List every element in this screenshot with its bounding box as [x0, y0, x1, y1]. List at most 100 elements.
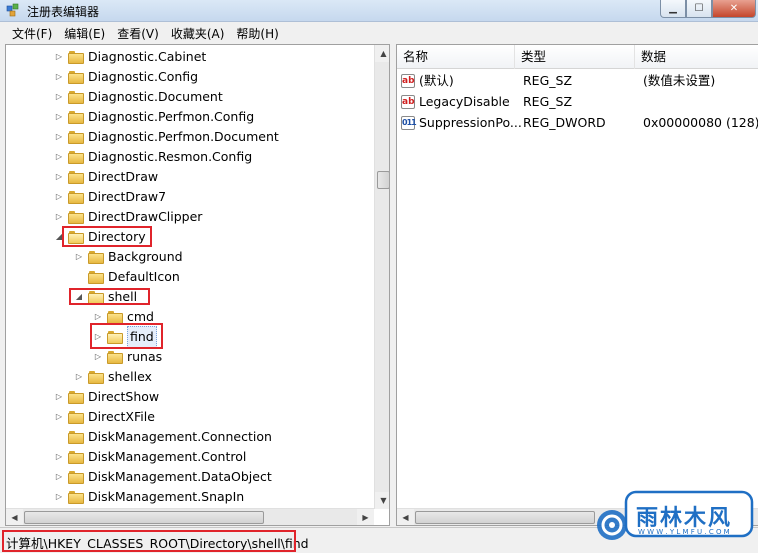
expand-arrow-icon[interactable]: ▷ — [74, 247, 84, 267]
expand-arrow-icon[interactable]: ▷ — [93, 327, 103, 347]
folder-icon — [68, 150, 84, 164]
list-header: 名称 类型 数据 — [397, 45, 758, 69]
column-type[interactable]: 类型 — [515, 45, 635, 69]
tree-item[interactable]: ▷ DirectDrawClipper — [54, 207, 203, 227]
arrow-left-icon: ◀ — [402, 513, 409, 522]
tree-item-label: Diagnostic.Perfmon.Document — [88, 129, 279, 144]
tree-item[interactable]: ▷ Diagnostic.Resmon.Config — [54, 147, 252, 167]
tree-item[interactable]: ▷ Diagnostic.Config — [54, 67, 198, 87]
expand-arrow-icon[interactable]: ▷ — [54, 167, 64, 187]
tree-item-label: Diagnostic.Resmon.Config — [88, 149, 253, 164]
dword-value-icon: 011 — [401, 116, 417, 130]
tree-item[interactable]: ▷ Diagnostic.Document — [54, 87, 223, 107]
expand-arrow-icon[interactable]: ▷ — [54, 207, 64, 227]
key-tree-pane[interactable]: ▷ Diagnostic.Cabinet ▷ Diagnostic.Config ▷ Di… — [5, 44, 390, 526]
folder-icon — [88, 250, 104, 264]
window-title: 注册表编辑器 — [27, 5, 100, 19]
expand-arrow-icon[interactable]: ▷ — [54, 107, 64, 127]
expand-arrow-icon[interactable]: ▷ — [54, 447, 64, 467]
tree-item[interactable]: ▷ DirectDraw — [54, 167, 158, 187]
tree-item-label: find — [127, 326, 157, 348]
tree-item-label: DefaultIcon — [108, 269, 180, 284]
tree-item[interactable]: ▷ runas — [93, 347, 162, 367]
watermark-logo: 雨林木风 W W W . Y L M F U . C O M — [596, 488, 756, 550]
tree-horizontal-thumb[interactable] — [24, 511, 264, 524]
folder-icon — [107, 330, 123, 344]
status-path: 计算机\HKEY_CLASSES_ROOT\Directory\shell\fi… — [6, 536, 309, 551]
expand-arrow-icon[interactable]: ▷ — [54, 487, 64, 507]
tree-item[interactable]: ▷ DiskManagement.DataObject — [54, 467, 272, 487]
tree-item[interactable]: ◢ Directory — [54, 227, 146, 247]
value-row[interactable]: 011 SuppressionPo... REG_DWORD 0x00000080 (… — [397, 113, 758, 133]
menu-file[interactable]: 文件(F) — [6, 25, 58, 42]
string-value-icon: ab — [401, 74, 415, 88]
folder-icon — [68, 50, 84, 64]
menu-favorites[interactable]: 收藏夹(A) — [165, 25, 231, 42]
tree-vertical-scrollbar[interactable]: ▲ ▼ — [374, 45, 389, 509]
expand-arrow-icon[interactable]: ▷ — [54, 467, 64, 487]
folder-icon — [68, 170, 84, 184]
value-row[interactable]: ab LegacyDisable REG_SZ — [397, 92, 758, 112]
minimize-button[interactable]: ▁ — [660, 0, 686, 18]
value-row[interactable]: ab (默认) REG_SZ (数值未设置) — [397, 71, 758, 91]
tree-horizontal-scrollbar[interactable]: ◀ ▶ — [6, 508, 374, 525]
expand-arrow-icon[interactable]: ▷ — [54, 87, 64, 107]
menu-bar: 文件(F) 编辑(E) 查看(V) 收藏夹(A) 帮助(H) — [0, 22, 758, 44]
column-name[interactable]: 名称 — [397, 45, 515, 69]
tree-item-label: DiskManagement.SnapIn — [88, 489, 245, 504]
scroll-up-arrow[interactable]: ▲ — [375, 45, 389, 62]
menu-view[interactable]: 查看(V) — [111, 25, 165, 42]
tree-item[interactable]: ▷ cmd — [93, 307, 154, 327]
tree-item[interactable]: DiskManagement.Connection — [54, 427, 272, 447]
tree-item-label: Diagnostic.Config — [88, 69, 199, 84]
expand-arrow-icon[interactable]: ▷ — [54, 67, 64, 87]
value-data: (数值未设置) — [643, 73, 716, 88]
tree-item[interactable]: ▷ DirectDraw7 — [54, 187, 166, 207]
expand-arrow-icon[interactable]: ▷ — [93, 347, 103, 367]
expand-arrow-icon[interactable]: ▷ — [54, 187, 64, 207]
tree-item[interactable]: ▷ Diagnostic.Perfmon.Config — [54, 107, 254, 127]
value-list-pane[interactable]: 名称 类型 数据 ab (默认) REG_SZ (数值未设置) ab LegacyDisa… — [396, 44, 758, 526]
expand-arrow-icon[interactable]: ▷ — [54, 147, 64, 167]
tree-scroll-left-arrow[interactable]: ◀ — [6, 509, 23, 525]
menu-edit[interactable]: 编辑(E) — [58, 25, 111, 42]
collapse-arrow-icon[interactable]: ◢ — [54, 227, 64, 247]
tree-scroll-right-arrow[interactable]: ▶ — [357, 509, 374, 525]
close-button[interactable]: ✕ — [712, 0, 756, 18]
expand-arrow-icon[interactable]: ▷ — [54, 127, 64, 147]
tree-item[interactable]: ▷ DirectShow — [54, 387, 159, 407]
tree-item[interactable]: ▷ DiskManagement.SnapIn — [54, 487, 244, 507]
expand-arrow-icon[interactable]: ▷ — [54, 387, 64, 407]
collapse-arrow-icon[interactable]: ◢ — [74, 287, 84, 307]
tree-item[interactable]: ▷ DiskManagement.Control — [54, 447, 246, 467]
expand-arrow-icon[interactable]: ▷ — [74, 367, 84, 387]
tree-item-label: DirectDraw7 — [88, 189, 167, 204]
list-horizontal-thumb[interactable] — [415, 511, 595, 524]
tree-item[interactable]: ▷ shellex — [74, 367, 152, 387]
expand-arrow-icon[interactable]: ▷ — [54, 47, 64, 67]
tree-item[interactable]: ▷ DirectXFile — [54, 407, 155, 427]
tree-item[interactable]: ▷ Diagnostic.Perfmon.Document — [54, 127, 279, 147]
maximize-icon: ☐ — [694, 3, 704, 14]
title-bar[interactable]: 注册表编辑器 ▁ ☐ ✕ — [0, 0, 758, 22]
scroll-down-arrow[interactable]: ▼ — [375, 492, 389, 509]
tree-item[interactable]: ▷ Diagnostic.Cabinet — [54, 47, 206, 67]
folder-icon — [107, 350, 123, 364]
tree-item[interactable]: DefaultIcon — [74, 267, 180, 287]
arrow-down-icon: ▼ — [380, 496, 387, 505]
menu-help[interactable]: 帮助(H) — [230, 25, 284, 42]
column-data[interactable]: 数据 — [635, 45, 758, 69]
tree-item-label: DiskManagement.DataObject — [88, 469, 272, 484]
maximize-button[interactable]: ☐ — [686, 0, 712, 18]
tree-item[interactable]: ◢ shell — [74, 287, 137, 307]
value-name: (默认) — [419, 73, 454, 88]
list-scroll-left-arrow[interactable]: ◀ — [397, 509, 414, 525]
folder-icon — [68, 490, 84, 504]
tree-item[interactable]: ▷ Background — [74, 247, 183, 267]
tree-item-label: DiskManagement.Connection — [88, 429, 272, 444]
minimize-icon: ▁ — [669, 3, 677, 14]
expand-arrow-icon[interactable]: ▷ — [54, 407, 64, 427]
tree-item[interactable]: ▷ find — [93, 326, 157, 348]
tree-vertical-thumb[interactable] — [377, 171, 389, 189]
expand-arrow-icon[interactable]: ▷ — [93, 307, 103, 327]
